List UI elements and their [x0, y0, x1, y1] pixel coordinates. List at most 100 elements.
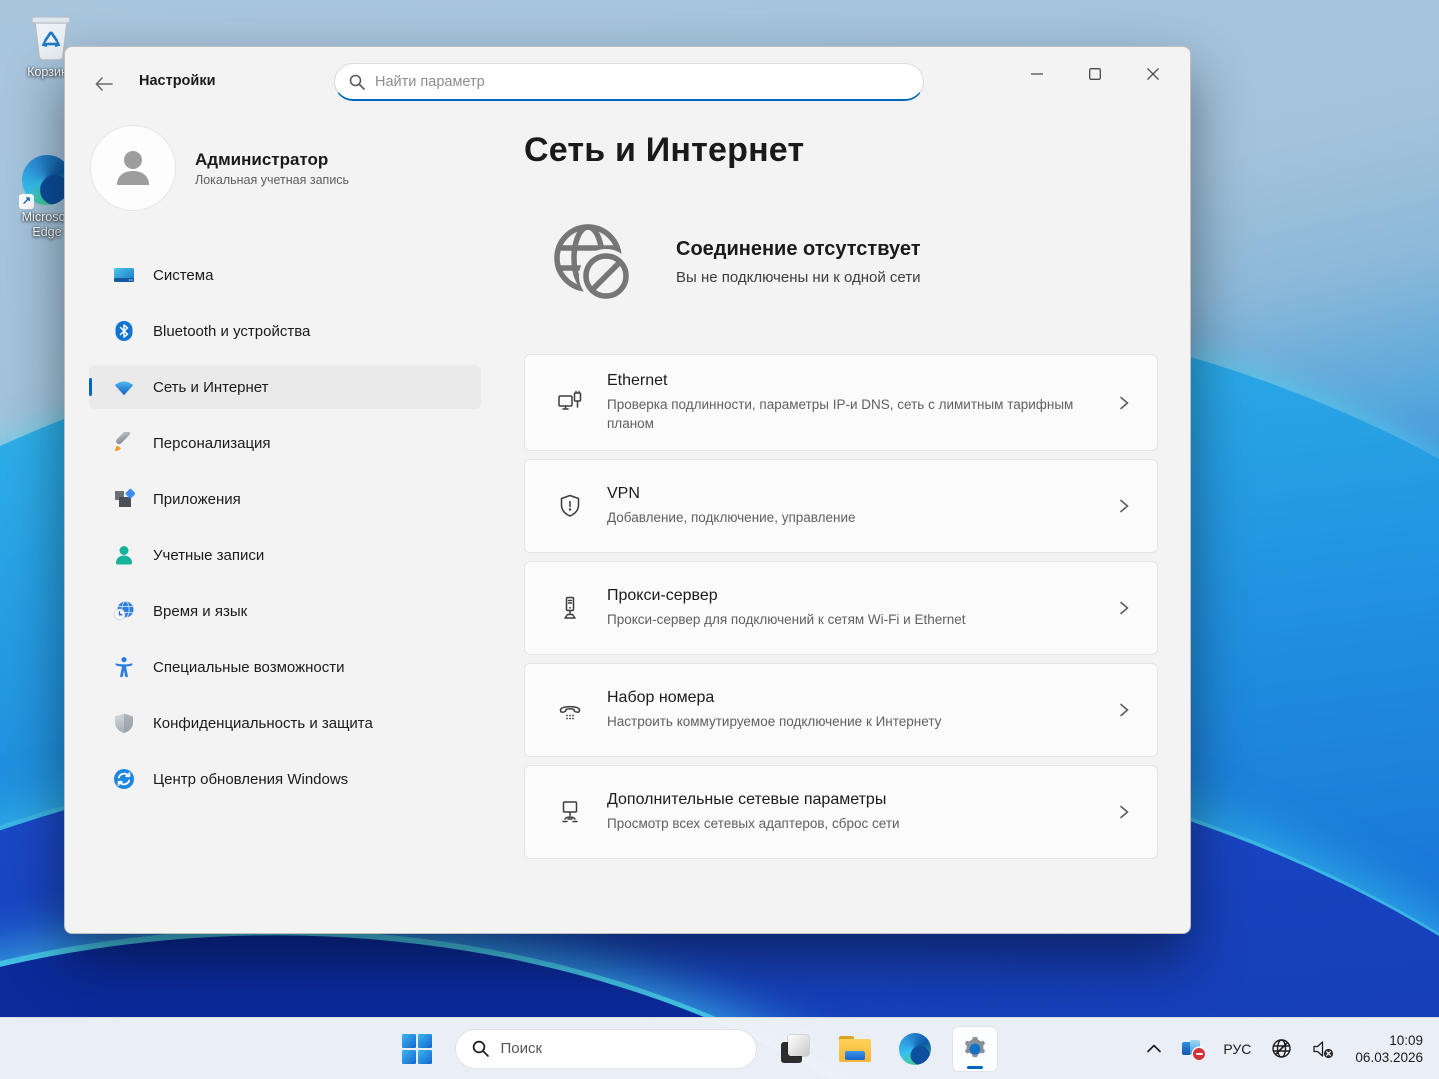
task-view-button[interactable]	[773, 1027, 817, 1071]
speaker-muted-icon	[1313, 1040, 1334, 1058]
desktop: Корзина ↗ Microsoft Edge Настройки Найти…	[0, 0, 1439, 1079]
sidebar-nav: Система Bluetooth и устройства Сеть и Ин…	[89, 253, 481, 801]
minimize-icon	[1031, 73, 1043, 75]
settings-main-pane: Сеть и Интернет Соединение отсутствует В…	[524, 131, 1190, 867]
card-title: Ethernet	[607, 372, 668, 389]
tray-network-status[interactable]	[1264, 1029, 1299, 1069]
taskbar-search-input[interactable]	[500, 1040, 740, 1057]
back-button[interactable]	[87, 69, 121, 99]
sidebar-item-label: Bluetooth и устройства	[153, 322, 311, 340]
chevron-right-icon	[1120, 601, 1129, 615]
card-advanced-network[interactable]: Дополнительные сетевые параметры Просмот…	[524, 765, 1158, 859]
globe-no-internet-icon	[1272, 1039, 1292, 1058]
start-button[interactable]	[395, 1027, 439, 1071]
card-title: Набор номера	[607, 689, 715, 706]
search-icon	[349, 74, 365, 90]
card-dialup[interactable]: Набор номера Настроить коммутируемое под…	[524, 663, 1158, 757]
close-button[interactable]	[1124, 55, 1182, 93]
personalization-icon	[113, 432, 135, 454]
file-explorer-button[interactable]	[833, 1027, 877, 1071]
apps-icon	[113, 488, 135, 510]
chevron-right-icon	[1120, 805, 1129, 819]
language-label: РУС	[1223, 1040, 1252, 1057]
sidebar-item-windows-update[interactable]: Центр обновления Windows	[89, 757, 481, 801]
card-description: Проверка подлинности, параметры IP-и DNS…	[607, 397, 1074, 431]
chevron-right-icon	[1120, 703, 1129, 717]
bluetooth-icon	[113, 320, 135, 342]
maximize-button[interactable]	[1066, 55, 1124, 93]
taskbar-search-box[interactable]	[454, 1028, 757, 1069]
maximize-icon	[1089, 68, 1101, 80]
sidebar-item-time-language[interactable]: Время и язык	[89, 589, 481, 633]
clock-time: 10:09	[1389, 1032, 1423, 1048]
sidebar-item-bluetooth[interactable]: Bluetooth и устройства	[89, 309, 481, 353]
clock-date: 06.03.2026	[1355, 1049, 1423, 1065]
shortcut-arrow-icon: ↗	[19, 194, 34, 209]
sidebar-item-personalization[interactable]: Персонализация	[89, 421, 481, 465]
tray-volume-muted[interactable]	[1305, 1029, 1341, 1069]
close-icon	[1147, 68, 1159, 80]
connection-status-hero: Соединение отсутствует Вы не подключены …	[524, 214, 1190, 310]
privacy-icon	[113, 712, 135, 734]
settings-search-box[interactable]	[334, 63, 924, 101]
settings-window: Настройки Найти параметр Администратор Л…	[64, 46, 1191, 934]
sidebar-item-privacy[interactable]: Конфиденциальность и защита	[89, 701, 481, 745]
avatar	[91, 126, 175, 210]
sidebar-item-network[interactable]: Сеть и Интернет	[89, 365, 481, 409]
connection-status-subtitle: Вы не подключены ни к одной сети	[676, 269, 921, 286]
proxy-server-icon	[564, 596, 576, 619]
windows-update-icon	[113, 768, 135, 790]
sidebar-item-system[interactable]: Система	[89, 253, 481, 297]
settings-search-input[interactable]	[375, 73, 909, 90]
globe-offline-icon	[554, 224, 633, 303]
tray-language-switcher[interactable]: РУС	[1216, 1029, 1258, 1069]
person-icon	[117, 151, 149, 185]
card-title: Прокси-сервер	[607, 587, 718, 604]
search-icon	[472, 1040, 489, 1057]
card-ethernet[interactable]: Ethernet Проверка подлинности, параметры…	[524, 354, 1158, 451]
sidebar-item-accounts[interactable]: Учетные записи	[89, 533, 481, 577]
connection-status-title: Соединение отсутствует	[676, 238, 921, 260]
sidebar-item-label: Приложения	[153, 490, 241, 508]
time-language-icon	[113, 600, 135, 622]
edge-icon	[898, 1032, 931, 1065]
chevron-right-icon	[1120, 396, 1129, 409]
chevron-right-icon	[1120, 499, 1129, 513]
sidebar-item-label: Сеть и Интернет	[153, 378, 269, 396]
card-description: Настроить коммутируемое подключение к Ин…	[607, 714, 942, 729]
sidebar-item-label: Время и язык	[153, 602, 248, 620]
card-description: Просмотр всех сетевых адаптеров, сброс с…	[607, 816, 900, 831]
security-alert-icon	[1181, 1038, 1206, 1060]
sidebar-item-label: Система	[153, 266, 214, 284]
edge-button[interactable]	[893, 1027, 937, 1071]
tray-security-alert[interactable]	[1174, 1029, 1210, 1069]
card-title: VPN	[607, 485, 640, 502]
tray-overflow-button[interactable]	[1140, 1029, 1168, 1069]
taskbar: РУС	[0, 1017, 1439, 1079]
settings-gear-icon	[964, 1036, 985, 1057]
page-title: Сеть и Интернет	[524, 131, 805, 169]
file-explorer-icon	[838, 1035, 871, 1062]
ethernet-icon	[558, 390, 582, 410]
minimize-button[interactable]	[1008, 55, 1066, 93]
sidebar-item-accessibility[interactable]: Специальные возможности	[89, 645, 481, 689]
tray-clock[interactable]: 10:09 06.03.2026	[1347, 1032, 1431, 1066]
card-proxy[interactable]: Прокси-сервер Прокси-сервер для подключе…	[524, 561, 1158, 655]
settings-sidebar: Администратор Локальная учетная запись С…	[89, 123, 481, 813]
back-arrow-icon	[95, 77, 113, 91]
sidebar-item-label: Конфиденциальность и защита	[153, 714, 373, 732]
card-description: Прокси-сервер для подключений к сетям Wi…	[607, 612, 966, 627]
card-vpn[interactable]: VPN Добавление, подключение, управление	[524, 459, 1158, 553]
settings-button-active[interactable]	[952, 1026, 997, 1071]
user-account-type: Локальная учетная запись	[195, 172, 350, 187]
network-icon	[113, 376, 135, 398]
sidebar-item-label: Центр обновления Windows	[153, 770, 349, 788]
user-name: Администратор	[195, 149, 329, 169]
sidebar-item-label: Учетные записи	[153, 546, 265, 564]
window-title: Настройки	[139, 73, 216, 89]
sidebar-item-label: Специальные возможности	[153, 658, 345, 676]
user-account-block[interactable]: Администратор Локальная учетная запись	[89, 123, 481, 213]
dialup-phone-icon	[559, 705, 581, 720]
windows-logo-icon	[401, 1033, 432, 1064]
sidebar-item-apps[interactable]: Приложения	[89, 477, 481, 521]
